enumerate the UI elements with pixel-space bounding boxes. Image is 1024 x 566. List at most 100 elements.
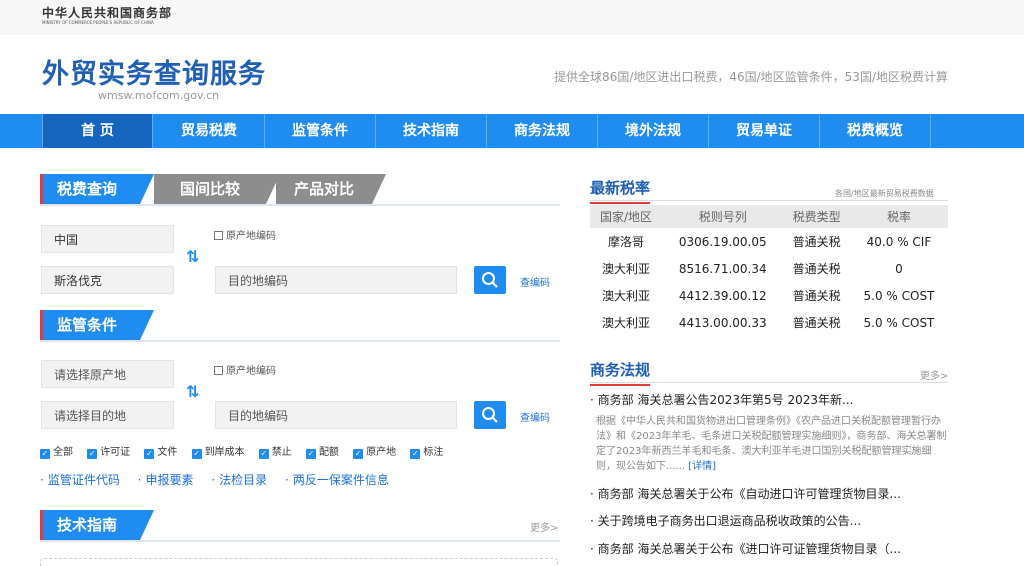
regulation-links: · 监管证件代码 · 申报要素 · 法检目录 · 两反一保案件信息 [40,473,389,487]
section-divider [40,204,560,206]
filter-label-note[interactable]: ✓ 标注 [410,443,443,459]
link-inspection-catalog[interactable]: 法检目录 [219,473,267,487]
tab-tax-query[interactable]: 税费查询 [40,174,154,204]
regulation-title: 监管条件 [40,310,154,340]
filter-label: 标注 [423,447,444,458]
tech-guide-panel [40,558,558,566]
filter-origin[interactable]: ✓ 原产地 [353,443,396,459]
destination-code-input[interactable]: 目的地编码 [215,266,457,294]
nav-trade-docs[interactable]: 贸易单证 [709,114,820,148]
filter-all[interactable]: ✓ 全部 [40,443,73,459]
reg-destination-code-input[interactable]: 目的地编码 [215,401,457,429]
nav-commerce-law[interactable]: 商务法规 [487,114,598,148]
cell-tariff-code: 4412.39.00.12 [678,288,767,303]
reg-destination-select[interactable]: 请选择目的地 [41,401,174,429]
rates-scroll-fade [590,333,948,343]
reg-origin-code-checkbox[interactable]: 原产地编码 [214,366,276,378]
nav-trade-tax[interactable]: 贸易税费 [154,114,265,148]
filter-label: 文件 [157,447,178,458]
section-divider [590,200,948,201]
cell-tariff-code: 4413.00.00.33 [678,315,767,330]
latest-rates-subtitle[interactable]: 各国/地区最新贸易税费数据 [835,188,934,199]
filter-label: 全部 [53,447,73,458]
swap-icon[interactable]: ⇅ [186,384,199,400]
nav-tech-guide[interactable]: 技术指南 [376,114,487,148]
table-row[interactable]: 澳大利亚 4412.39.00.12 普通关税 5.0 % COST [590,282,948,309]
cell-tax-type: 普通关税 [792,289,841,303]
swap-icon[interactable]: ⇅ [186,249,199,265]
filter-prohibited[interactable]: ✓ 禁止 [258,443,292,459]
filter-landed-cost[interactable]: ✓ 到岸成本 [191,443,245,459]
table-row[interactable]: 摩洛哥 0306.19.00.05 普通关税 40.0 % CIF [590,228,948,255]
lookup-code-link[interactable]: 查编码 [520,274,550,289]
site-tagline: 提供全球86国/地区进出口税费，46国/地区监管条件，53国/地区税费计算 [554,70,948,84]
origin-code-checkbox[interactable]: 原产地编码 [214,231,276,243]
cell-rate: 40.0 % CIF [866,234,932,249]
cell-country: 澳大利亚 [601,316,650,330]
filter-label: 禁止 [271,447,292,458]
nav-home[interactable]: 首 页 [42,114,153,148]
top-strip: 中华人民共和国商务部 MINISTRY OF COMMERCE PEOPLE'S… [0,0,1024,34]
commerce-law-more-link[interactable]: 更多> [920,367,948,382]
ministry-logo[interactable]: 中华人民共和国商务部 MINISTRY OF COMMERCE PEOPLE'S… [42,6,172,26]
cell-tariff-code: 0306.19.00.05 [678,234,767,249]
news-title: 商务部 海关总署关于公布《自动进口许可管理货物目录... [597,487,901,501]
cell-rate: 0 [895,261,903,276]
tech-guide-header: 技术指南 [40,510,560,540]
nav-tax-overview[interactable]: 税费概览 [820,114,931,148]
news-detail-link[interactable]: [详情] [688,461,716,472]
section-divider [590,382,948,383]
site-title[interactable]: 外贸实务查询服务 [42,52,266,91]
checkbox-box[interactable] [214,231,223,240]
origin-code-label: 原产地编码 [226,231,276,242]
news-item[interactable]: · 商务部 海关总署公告2023年第5号 2023年新... [590,391,853,408]
table-row[interactable]: 澳大利亚 8516.71.00.34 普通关税 0 [590,255,948,282]
destination-select[interactable]: 斯洛伐克 [41,266,174,294]
section-divider [40,540,560,542]
check-icon: ✓ [40,449,50,459]
link-trade-remedy-cases[interactable]: 两反一保案件信息 [293,473,389,487]
table-row[interactable]: 澳大利亚 4413.00.00.33 普通关税 5.0 % COST [590,309,948,336]
ministry-name-cn: 中华人民共和国商务部 [42,6,173,20]
news-summary-text: 根据《中华人民共和国货物进出口管理条例》《农产品进口关税配额管理暂行办法》和《2… [596,416,947,472]
tech-guide-title: 技术指南 [40,510,154,540]
col-rate: 税率 [849,205,948,228]
check-icon: ✓ [353,449,364,459]
cell-tariff-code: 8516.71.00.34 [678,261,767,276]
checkbox-box[interactable] [214,366,223,375]
cell-country: 摩洛哥 [607,235,644,249]
search-button[interactable] [474,266,506,294]
reg-search-button[interactable] [474,401,506,429]
check-icon: ✓ [191,449,202,459]
origin-select[interactable]: 中国 [41,225,174,253]
nav-foreign-law[interactable]: 境外法规 [598,114,709,148]
cell-tax-type: 普通关税 [792,262,841,276]
cell-rate: 5.0 % COST [863,315,935,330]
filter-quota[interactable]: ✓ 配额 [305,443,339,459]
search-icon [482,407,498,423]
filter-label: 到岸成本 [204,447,245,458]
table-header-row: 国家/地区 税则号列 税费类型 税率 [590,205,948,228]
news-item[interactable]: · 商务部 海关总署关于公布《自动进口许可管理货物目录... [590,485,901,502]
regulation-header: 监管条件 [40,310,560,340]
news-item[interactable]: · 商务部 海关总署关于公布《进口许可证管理货物目录（... [590,540,901,557]
filter-label: 配额 [318,447,339,458]
cell-tax-type: 普通关税 [792,235,841,249]
news-title: 关于跨境电子商务出口退运商品税收政策的公告... [597,514,862,528]
filter-document[interactable]: ✓ 文件 [144,443,177,459]
filter-license[interactable]: ✓ 许可证 [87,443,130,459]
reg-lookup-code-link[interactable]: 查编码 [520,409,550,424]
reg-origin-select[interactable]: 请选择原产地 [41,360,174,388]
cell-tax-type: 普通关税 [792,316,841,330]
news-title: 商务部 海关总署公告2023年第5号 2023年新... [597,393,854,407]
nav-regulation[interactable]: 监管条件 [265,114,376,148]
tab-product-compare[interactable]: 产品对比 [276,174,386,204]
link-license-codes[interactable]: 监管证件代码 [48,473,120,487]
tab-country-compare[interactable]: 国间比较 [154,174,280,204]
tech-guide-more-link[interactable]: 更多> [530,519,558,534]
cell-country: 澳大利亚 [601,262,650,276]
ministry-name-en: MINISTRY OF COMMERCE PEOPLE'S REPUBLIC O… [42,20,154,25]
link-declaration-elements[interactable]: 申报要素 [146,473,194,487]
cell-country: 澳大利亚 [601,289,650,303]
news-item[interactable]: · 关于跨境电子商务出口退运商品税收政策的公告... [590,512,861,529]
